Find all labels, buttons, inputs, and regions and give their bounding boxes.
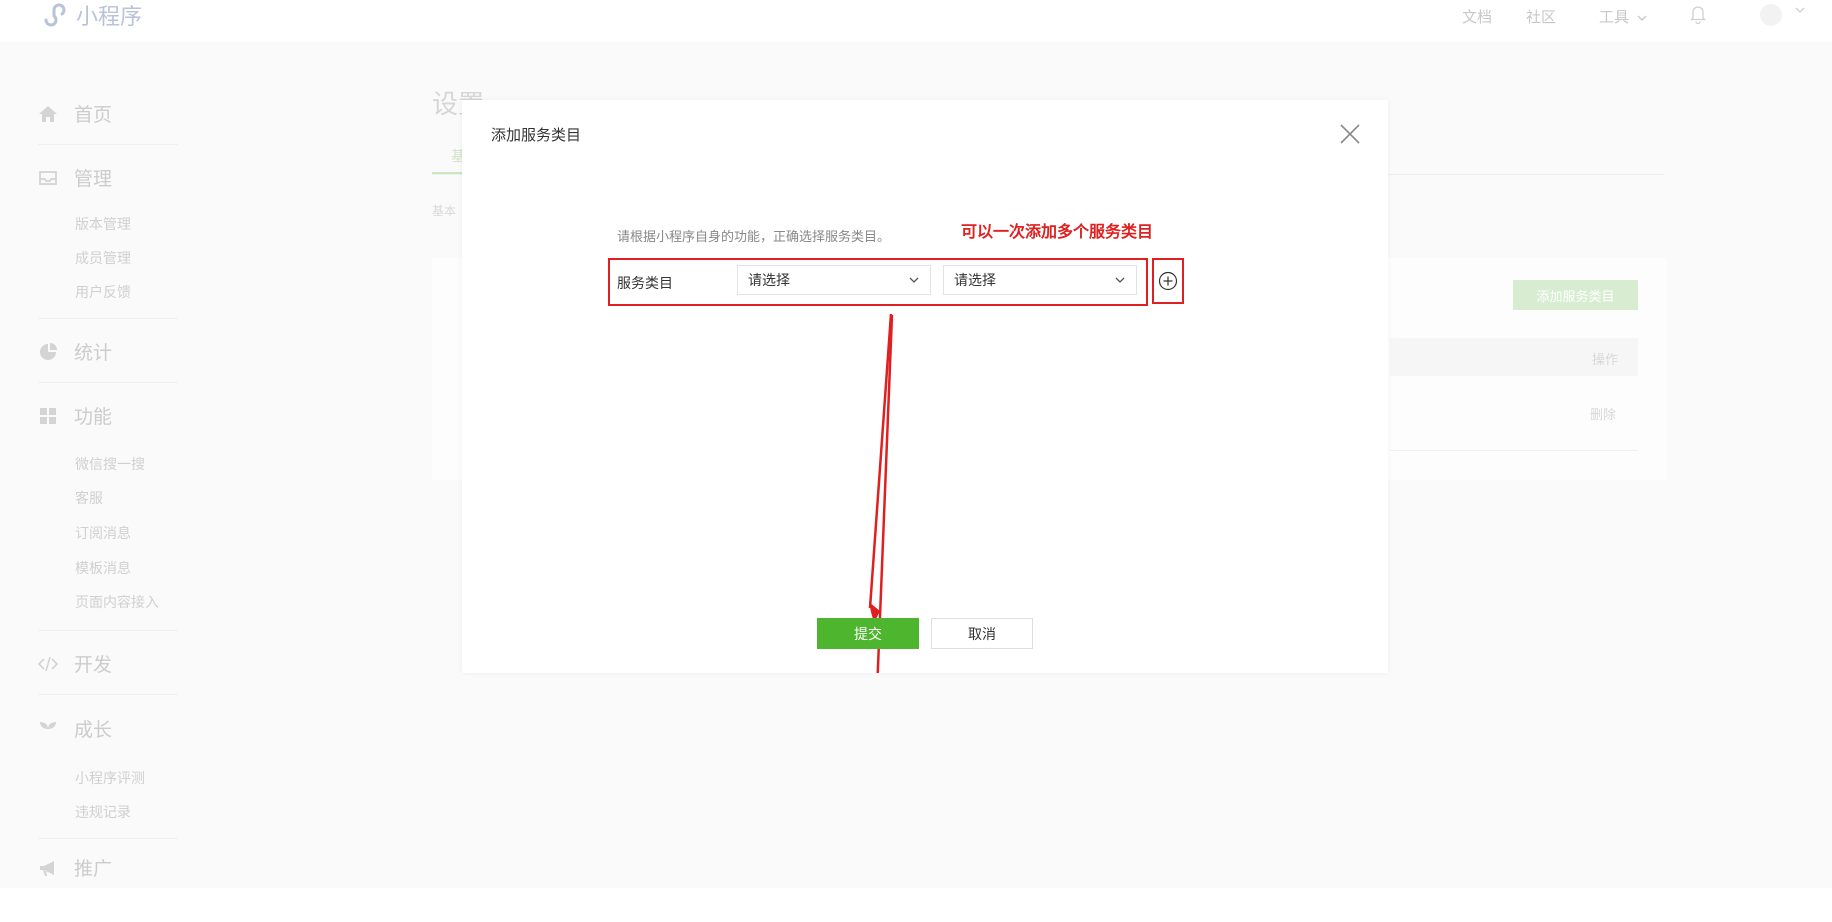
sidebar-item-home[interactable]: 首页 (38, 100, 112, 127)
nav-docs-link[interactable]: 文档 (1462, 6, 1492, 27)
avatar[interactable] (1760, 4, 1782, 26)
sidebar-item-manage[interactable]: 管理 (38, 164, 112, 191)
bottom-area (0, 888, 1832, 922)
sidebar-item-promote[interactable]: 推广 (38, 854, 112, 881)
top-bar: 小程序 文档 社区 工具 (0, 0, 1832, 42)
nav-tools-menu[interactable]: 工具 (1599, 6, 1647, 27)
sidebar-item-wechat-search[interactable]: 微信搜一搜 (75, 454, 145, 474)
sidebar-item-stats[interactable]: 统计 (38, 338, 112, 365)
inbox-icon (39, 170, 57, 185)
grid-icon (40, 407, 56, 424)
logo-text: 小程序 (76, 5, 143, 30)
chevron-down-icon (1637, 15, 1647, 21)
sidebar-item-growth[interactable]: 成长 (38, 715, 112, 742)
sidebar-item-label: 功能 (74, 406, 113, 428)
sidebar-item-develop[interactable]: 开发 (38, 650, 112, 677)
divider (38, 144, 178, 145)
sprout-icon (40, 721, 56, 737)
nav-community-link[interactable]: 社区 (1526, 6, 1556, 27)
chevron-down-icon (909, 277, 919, 283)
category-select-secondary[interactable]: 请选择 (943, 265, 1137, 295)
close-icon[interactable] (1338, 122, 1362, 146)
add-service-category-dialog: 添加服务类目 请根据小程序自身的功能，正确选择服务类目。 可以一次添加多个服务类… (462, 100, 1388, 673)
bell-icon[interactable] (1690, 4, 1706, 24)
sidebar-item-subscription-msg[interactable]: 订阅消息 (75, 523, 131, 543)
nav-tools-label: 工具 (1599, 8, 1630, 26)
sidebar-item-template-msg[interactable]: 模板消息 (75, 558, 131, 578)
home-icon (39, 105, 57, 122)
code-icon (38, 656, 58, 671)
sidebar-item-customer-service[interactable]: 客服 (75, 488, 103, 508)
delete-link[interactable]: 删除 (1590, 404, 1616, 423)
chevron-down-icon[interactable] (1795, 6, 1805, 14)
sidebar-item-evaluation[interactable]: 小程序评测 (75, 768, 145, 788)
annotation-arrow (868, 313, 894, 673)
section-subtitle: 基本 (432, 204, 457, 218)
sidebar: 首页 管理 版本管理 成员管理 用户反馈 统计 功能 微信搜一搜 客服 订阅消息… (0, 42, 248, 888)
chevron-down-icon (1115, 277, 1125, 283)
sidebar-item-user-feedback[interactable]: 用户反馈 (75, 282, 131, 302)
divider (38, 694, 178, 695)
column-header-action: 操作 (1591, 353, 1618, 368)
select-value: 请选择 (748, 273, 790, 289)
megaphone-icon (40, 860, 54, 876)
logo[interactable]: 小程序 (40, 0, 142, 30)
select-value: 请选择 (954, 273, 996, 289)
sidebar-item-label: 开发 (74, 654, 113, 676)
dialog-description: 请根据小程序自身的功能，正确选择服务类目。 (617, 230, 891, 245)
sidebar-item-member-manage[interactable]: 成员管理 (75, 248, 131, 268)
sidebar-item-violation-record[interactable]: 违规记录 (75, 802, 131, 822)
category-select-primary[interactable]: 请选择 (737, 265, 931, 295)
sidebar-item-label: 统计 (74, 342, 113, 364)
sidebar-item-label: 成长 (74, 719, 113, 741)
cancel-button[interactable]: 取消 (931, 618, 1033, 649)
submit-button[interactable]: 提交 (817, 618, 919, 649)
table-header: 操作 (1390, 338, 1638, 376)
dialog-title: 添加服务类目 (491, 126, 582, 144)
sidebar-item-label: 管理 (74, 168, 113, 190)
add-service-category-button[interactable]: 添加服务类目 (1513, 280, 1638, 310)
sidebar-item-version-manage[interactable]: 版本管理 (75, 214, 131, 234)
add-row-plus-icon[interactable] (1158, 271, 1178, 291)
divider (38, 630, 178, 631)
service-category-label: 服务类目 (617, 276, 673, 292)
sidebar-item-label: 首页 (74, 104, 113, 126)
sidebar-item-page-content[interactable]: 页面内容接入 (75, 592, 159, 612)
row-divider (1390, 450, 1638, 451)
divider (38, 318, 178, 319)
annotation-text: 可以一次添加多个服务类目 (961, 222, 1154, 241)
divider (38, 838, 178, 839)
sidebar-item-features[interactable]: 功能 (38, 402, 112, 429)
mini-program-logo-icon (44, 3, 66, 27)
pie-chart-icon (40, 342, 57, 360)
sidebar-item-label: 推广 (74, 858, 113, 880)
divider (38, 382, 178, 383)
